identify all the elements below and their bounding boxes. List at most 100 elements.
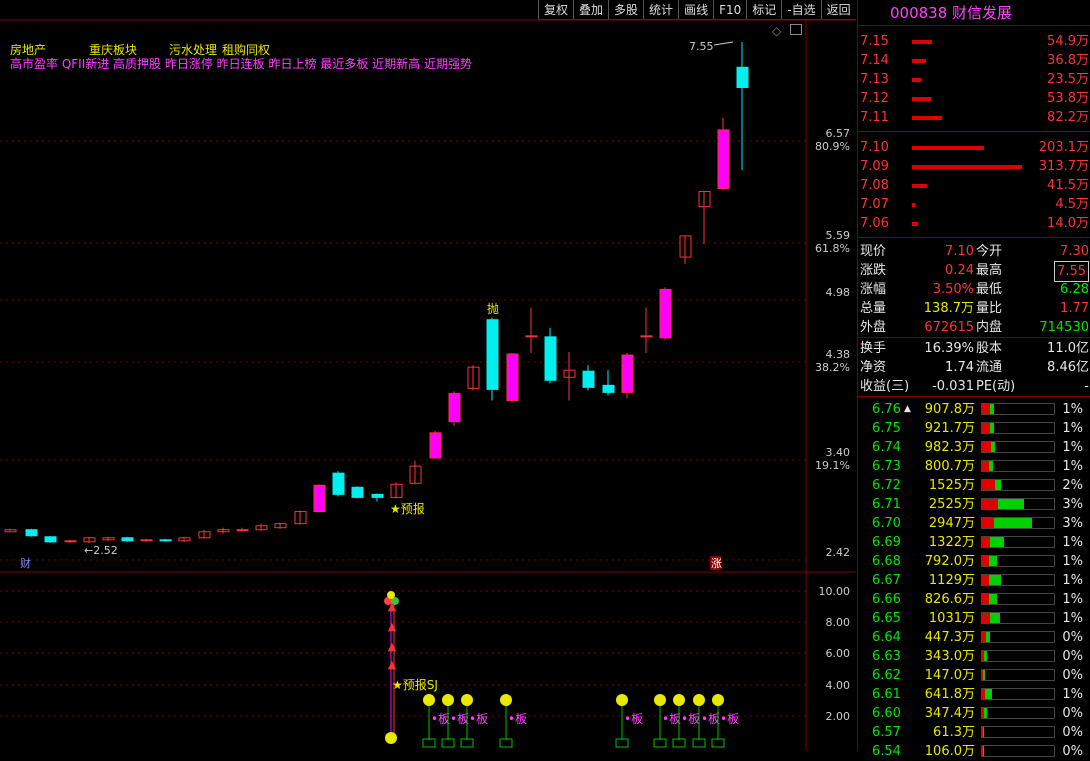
candle-down: [582, 370, 595, 388]
price-ladder-row: 6.69 1322万 1%: [872, 535, 1083, 550]
red-arrow-icon: ▲: [388, 620, 397, 633]
signal-box: [422, 738, 436, 748]
candle-down: [44, 536, 57, 543]
moneybag-icon: [673, 694, 685, 706]
moneybag-icon: [712, 694, 724, 706]
cai-marker: 财: [20, 556, 31, 570]
stat2-row: 收益(三) -0.031 PE(动) -: [860, 379, 1089, 394]
board-signal: •板: [431, 712, 450, 726]
moneybag-icon: [654, 694, 666, 706]
high-price-label: 7.55: [689, 40, 714, 53]
moneybag-icon: [693, 694, 705, 706]
board-signal: •板: [469, 712, 488, 726]
vol-axis-label: 6.00: [826, 647, 851, 660]
zhang-marker: 涨: [711, 557, 722, 570]
candle-down: [25, 529, 38, 537]
signal-box: [711, 738, 725, 748]
price-ladder-row: 6.74 982.3万 1%: [872, 440, 1083, 455]
low-price-label: ←2.52: [84, 544, 118, 557]
forecast-sj-signal: ★预报SJ: [392, 677, 438, 692]
limit-up-fill: [316, 487, 323, 510]
divider: [858, 337, 1090, 338]
stat2-row: 净资 1.74 流通 8.46亿: [860, 360, 1089, 375]
board-signal: •板: [624, 712, 643, 726]
signal-box: [692, 738, 706, 748]
candle-down: [332, 472, 345, 495]
ask-row: 7.13 23.5万: [860, 72, 1089, 87]
candle-down: [159, 539, 172, 542]
candle-down: [544, 336, 557, 381]
limit-up-fill: [624, 357, 631, 391]
divider: [858, 237, 1090, 238]
vol-axis-label: 8.00: [826, 616, 851, 629]
price-ladder-row: 6.73 800.7万 1%: [872, 459, 1083, 474]
candle-down: [351, 486, 364, 498]
limit-up-fill: [432, 434, 439, 457]
price-ladder-row: 6.76 ▲ 907.8万 1%: [872, 402, 1083, 417]
price-axis-pct: 38.2%: [815, 361, 850, 374]
price-ladder-row: 6.60 347.4万 0%: [872, 706, 1083, 721]
price-ladder-row: 6.66 826.6万 1%: [872, 592, 1083, 607]
bid-row: 7.10 203.1万: [860, 140, 1089, 155]
divider: [858, 131, 1090, 132]
signal-box: [615, 738, 629, 748]
board-signal: •板: [450, 712, 469, 726]
stat2-row: 换手 16.39% 股本 11.0亿: [860, 341, 1089, 356]
stat-row: 现价 7.10 今开 7.30: [860, 244, 1089, 259]
price-ladder-row: 6.64 447.3万 0%: [872, 630, 1083, 645]
price-axis-pct: 61.8%: [815, 242, 850, 255]
price-ladder-row: 6.61 641.8万 1%: [872, 687, 1083, 702]
price-axis-label: 5.59: [826, 229, 851, 242]
limit-up-fill: [509, 356, 516, 399]
vol-axis-label: 2.00: [826, 710, 851, 723]
price-ladder-row: 6.75 921.7万 1%: [872, 421, 1083, 436]
bid-row: 7.06 14.0万: [860, 216, 1089, 231]
candle-down: [486, 319, 499, 390]
stock-header: 000838 财信发展: [858, 0, 1090, 26]
red-arrow-icon: ▲: [388, 640, 397, 653]
signal-box: [460, 738, 474, 748]
price-ladder-row: 6.68 792.0万 1%: [872, 554, 1083, 569]
stock-code: 000838: [890, 4, 948, 22]
signal-box: [672, 738, 686, 748]
ask-row: 7.15 54.9万: [860, 34, 1089, 49]
forecast-signal: ★预报: [390, 501, 425, 516]
price-axis-pct: 80.9%: [815, 140, 850, 153]
limit-up-fill: [720, 131, 727, 187]
price-ladder-row: 6.57 61.3万 0%: [872, 725, 1083, 740]
bid-row: 7.09 313.7万: [860, 159, 1089, 174]
candle-down: [121, 537, 134, 542]
moneybag-icon: [500, 694, 512, 706]
moneybag-icon: [423, 694, 435, 706]
price-ladder-row: 6.67 1129万 1%: [872, 573, 1083, 588]
stat-row: 涨跌 0.24 最高 7.55: [858, 261, 1090, 282]
stat-row: 总量 138.7万 量比 1.77: [860, 301, 1089, 316]
price-axis-label: 4.38: [826, 348, 851, 361]
price-axis-label: 4.98: [826, 286, 851, 299]
board-signal: •板: [701, 712, 720, 726]
candle-down: [602, 384, 615, 393]
stat-row: 涨幅 3.50% 最低 6.28: [860, 282, 1089, 297]
red-arrow-icon: ▲: [388, 658, 397, 671]
divider: [858, 396, 1090, 397]
candle-down: [736, 66, 749, 88]
price-axis-label: 3.40: [826, 446, 851, 459]
price-axis-label: 2.42: [826, 546, 851, 559]
moneybag-icon: [616, 694, 628, 706]
board-signal: •板: [662, 712, 681, 726]
quote-panel: 000838 财信发展 7.15 54.9万 7.14 36.8万 7.13 23.5万 7…: [857, 0, 1090, 759]
price-ladder-row: 6.71 2525万 3%: [872, 497, 1083, 512]
stat-row: 外盘 672615 内盘 714530: [860, 320, 1089, 335]
price-ladder-row: 6.62 147.0万 0%: [872, 668, 1083, 683]
moneybag-icon: [385, 732, 397, 744]
candlestick-svg: 6.5780.9% 5.5961.8% 4.98 4.3838.2% 3.4019.1%…: [0, 19, 856, 751]
kline-chart-panel[interactable]: 复权 叠加 多股 统计 画线 F10 标记 -自选 返回 ◇ 房地产 重庆板块 污水处理 租购同…: [0, 0, 856, 751]
ask-row: 7.11 82.2万: [860, 110, 1089, 125]
high-arrow: [713, 41, 734, 46]
vol-axis-label: 4.00: [826, 679, 851, 692]
price-axis-pct: 19.1%: [815, 459, 850, 472]
ask-row: 7.14 36.8万: [860, 53, 1089, 68]
signal-box: [441, 738, 455, 748]
price-ladder-row: 6.70 2947万 3%: [872, 516, 1083, 531]
price-ladder-row: 6.65 1031万 1%: [872, 611, 1083, 626]
